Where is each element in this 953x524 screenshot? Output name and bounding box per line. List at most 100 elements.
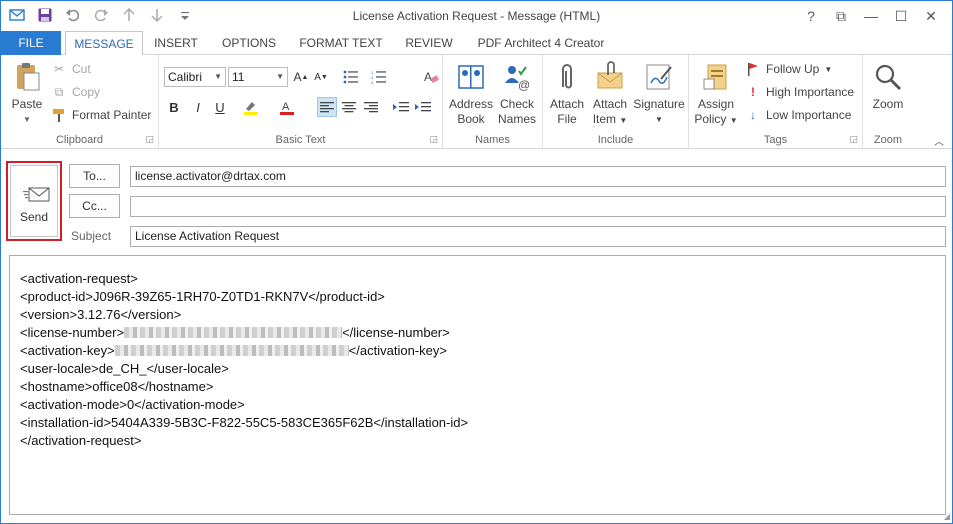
subject-field[interactable]: License Activation Request	[130, 226, 946, 247]
assign-policy-label-2: Policy	[694, 112, 727, 126]
underline-button[interactable]: U	[210, 97, 230, 117]
format-painter-label: Format Painter	[72, 108, 152, 122]
clipboard-group-label: Clipboard	[55, 134, 104, 146]
paste-dropdown-icon[interactable]: ▼	[7, 112, 47, 127]
send-button-inner: Send	[10, 165, 58, 237]
license-number-close-tag: </license-number>	[342, 325, 450, 340]
help-icon[interactable]: ?	[796, 5, 826, 27]
decrease-indent-icon[interactable]	[391, 97, 411, 117]
cc-field[interactable]	[130, 196, 946, 217]
signature-button[interactable]: Signature ▼	[631, 61, 687, 127]
font-color-icon[interactable]: A	[277, 97, 297, 117]
attach-file-button[interactable]: Attach File	[547, 61, 587, 127]
body-line: <installation-id>5404A339-5B3C-F822-55C5…	[20, 415, 469, 430]
paste-button[interactable]: Paste ▼	[7, 61, 47, 127]
basic-text-group-label: Basic Text	[275, 134, 326, 146]
send-button[interactable]: Send	[6, 161, 62, 241]
font-name-combo[interactable]: Calibri ▼	[164, 67, 226, 87]
tags-launcher-icon[interactable]: ◲	[849, 134, 858, 145]
ribbon-display-options-icon[interactable]: ⧉	[826, 5, 856, 27]
body-line-activation-key: <activation-key> </activation-key>	[20, 342, 935, 360]
shrink-font-icon[interactable]: A ▼	[311, 67, 331, 87]
clipboard-launcher-icon[interactable]: ◲	[145, 134, 154, 145]
high-importance-label: High Importance	[766, 85, 855, 99]
tags-group-label: Tags	[763, 134, 788, 146]
align-right-icon[interactable]	[361, 97, 381, 117]
assign-policy-button[interactable]: Assign Policy ▼	[693, 61, 739, 128]
address-book-button[interactable]: Address Book	[447, 61, 495, 127]
attach-item-button[interactable]: Attach Item ▼	[589, 61, 631, 128]
increase-indent-icon[interactable]	[413, 97, 433, 117]
body-line: <activation-mode>0</activation-mode>	[20, 397, 245, 412]
ribbon-tabs: FILE MESSAGE INSERT OPTIONS FORMAT TEXT …	[1, 31, 952, 56]
copy-label: Copy	[72, 85, 101, 99]
follow-up-label: Follow Up	[766, 62, 820, 76]
tab-insert[interactable]: INSERT	[151, 31, 201, 55]
zoom-group: Zoom Zoom	[863, 55, 913, 149]
tab-pdf-architect[interactable]: PDF Architect 4 Creator	[471, 31, 611, 55]
message-body[interactable]: <activation-request> <product-id>J096R-3…	[9, 255, 946, 515]
attach-item-label-1: Attach	[592, 97, 628, 111]
copy-button[interactable]: ⧉ Copy	[51, 82, 100, 102]
chevron-down-icon: ▼	[824, 64, 833, 74]
copy-icon: ⧉	[54, 84, 64, 99]
include-group-label: Include	[597, 134, 634, 146]
bold-button[interactable]: B	[164, 97, 184, 117]
tab-options[interactable]: OPTIONS	[215, 31, 283, 55]
cut-label: Cut	[72, 62, 91, 76]
cc-button[interactable]: Cc...	[69, 194, 120, 218]
grow-font-icon[interactable]: A ▲	[291, 67, 311, 87]
font-size-combo[interactable]: 11 ▼	[228, 67, 288, 87]
collapse-ribbon-icon[interactable]: ︿	[934, 133, 944, 148]
zoom-button[interactable]: Zoom	[867, 61, 909, 112]
highlight-icon[interactable]	[241, 97, 261, 117]
zoom-label: Zoom	[872, 97, 904, 111]
paperclip-icon	[551, 61, 583, 93]
basic-text-launcher-icon[interactable]: ◲	[429, 134, 438, 145]
bullets-icon[interactable]	[341, 67, 361, 87]
tab-message[interactable]: MESSAGE	[65, 31, 143, 56]
chevron-down-icon: ▼	[619, 116, 628, 125]
resize-grip-icon[interactable]: ◢	[944, 512, 950, 521]
body-line: </activation-request>	[20, 433, 142, 448]
clear-formatting-icon[interactable]: A	[421, 67, 441, 87]
italic-button[interactable]: I	[188, 97, 208, 117]
to-field[interactable]: license.activator@drtax.com	[130, 166, 946, 187]
align-center-icon[interactable]	[339, 97, 359, 117]
outlook-message-window: License Activation Request - Message (HT…	[0, 0, 953, 524]
align-left-icon[interactable]	[317, 97, 337, 117]
body-line: <product-id>J096R-39Z65-1RH70-Z0TD1-RKN7…	[20, 289, 385, 304]
check-names-button[interactable]: @ Check Names	[493, 61, 541, 127]
format-painter-button[interactable]: Format Painter	[51, 105, 151, 125]
tab-format-text[interactable]: FORMAT TEXT	[295, 31, 387, 55]
high-importance-icon: !	[751, 85, 755, 99]
body-line: <hostname>office08</hostname>	[20, 379, 214, 394]
tab-file[interactable]: FILE	[1, 31, 61, 55]
subject-label: Subject	[71, 229, 112, 243]
low-importance-icon: ↓	[750, 108, 756, 122]
low-importance-label: Low Importance	[766, 108, 852, 122]
follow-up-button[interactable]: Follow Up ▼	[745, 59, 832, 79]
close-icon[interactable]: ✕	[916, 5, 946, 27]
cut-button[interactable]: ✂ Cut	[51, 59, 91, 79]
signature-icon	[643, 61, 675, 93]
paintbrush-icon	[51, 107, 67, 123]
names-group: Address Book @ Check Names Names	[443, 55, 543, 149]
address-book-label-1: Address	[448, 97, 494, 111]
minimize-icon[interactable]: —	[856, 5, 886, 27]
tab-review[interactable]: REVIEW	[399, 31, 459, 55]
to-button[interactable]: To...	[69, 164, 120, 188]
high-importance-button[interactable]: ! High Importance	[745, 82, 854, 102]
address-book-icon	[455, 61, 487, 93]
flag-icon	[745, 61, 761, 77]
svg-text:3: 3	[371, 80, 374, 84]
zoom-group-label: Zoom	[873, 134, 903, 146]
maximize-icon[interactable]: ☐	[886, 5, 916, 27]
address-book-label-2: Book	[457, 112, 485, 126]
assign-policy-icon	[700, 61, 732, 93]
chevron-down-icon[interactable]: ▼	[631, 112, 687, 127]
font-name-value: Calibri	[168, 70, 203, 84]
numbering-icon[interactable]: 123	[369, 67, 389, 87]
low-importance-button[interactable]: ↓ Low Importance	[745, 105, 851, 125]
title-bar: License Activation Request - Message (HT…	[1, 1, 952, 31]
